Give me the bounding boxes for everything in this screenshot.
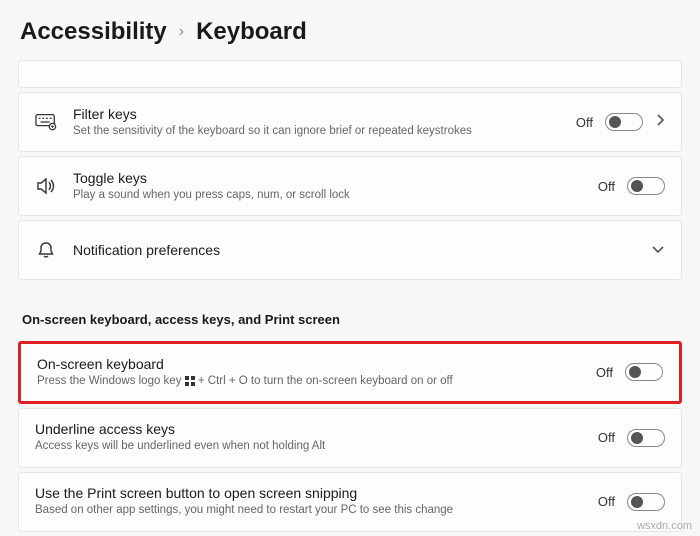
settings-row-filter-keys[interactable]: Filter keys Set the sensitivity of the k… [18, 92, 682, 152]
toggle-state-label: Off [596, 365, 613, 380]
underline-access-keys-toggle[interactable] [627, 429, 665, 447]
breadcrumb-parent[interactable]: Accessibility [20, 18, 167, 46]
on-screen-keyboard-toggle[interactable] [625, 363, 663, 381]
keyboard-filter-icon [35, 113, 57, 131]
watermark: wsxdn.com [637, 520, 692, 532]
settings-row-notification-preferences[interactable]: Notification preferences [18, 220, 682, 280]
toggle-state-label: Off [598, 494, 615, 509]
row-description: Based on other app settings, you might n… [35, 503, 582, 518]
page-title: Keyboard [196, 18, 307, 46]
row-title: Filter keys [73, 106, 560, 122]
row-description: Set the sensitivity of the keyboard so i… [73, 124, 560, 139]
row-description: Play a sound when you press caps, num, o… [73, 188, 582, 203]
toggle-state-label: Off [598, 430, 615, 445]
row-title: Toggle keys [73, 170, 582, 186]
toggle-keys-toggle[interactable] [627, 177, 665, 195]
row-description: Access keys will be underlined even when… [35, 439, 582, 454]
section-heading: On-screen keyboard, access keys, and Pri… [18, 284, 682, 341]
chevron-right-icon: › [179, 23, 184, 41]
windows-logo-icon [185, 376, 195, 386]
print-screen-snipping-toggle[interactable] [627, 493, 665, 511]
breadcrumb: Accessibility › Keyboard [0, 0, 700, 60]
settings-row-toggle-keys[interactable]: Toggle keys Play a sound when you press … [18, 156, 682, 216]
speaker-icon [35, 177, 57, 195]
settings-row-print-screen-snipping[interactable]: Use the Print screen button to open scre… [18, 472, 682, 532]
settings-row-underline-access-keys[interactable]: Underline access keys Access keys will b… [18, 408, 682, 468]
toggle-state-label: Off [598, 179, 615, 194]
chevron-down-icon[interactable] [651, 241, 665, 259]
settings-row-collapsed[interactable] [18, 60, 682, 88]
filter-keys-toggle[interactable] [605, 113, 643, 131]
row-title: On-screen keyboard [37, 356, 580, 372]
settings-row-on-screen-keyboard[interactable]: On-screen keyboard Press the Windows log… [18, 341, 682, 404]
bell-icon [35, 241, 57, 259]
row-title: Underline access keys [35, 421, 582, 437]
row-description: Press the Windows logo key + Ctrl + O to… [37, 374, 580, 389]
row-title: Use the Print screen button to open scre… [35, 485, 582, 501]
toggle-state-label: Off [576, 115, 593, 130]
chevron-right-icon[interactable] [655, 113, 665, 132]
row-title: Notification preferences [73, 242, 635, 258]
